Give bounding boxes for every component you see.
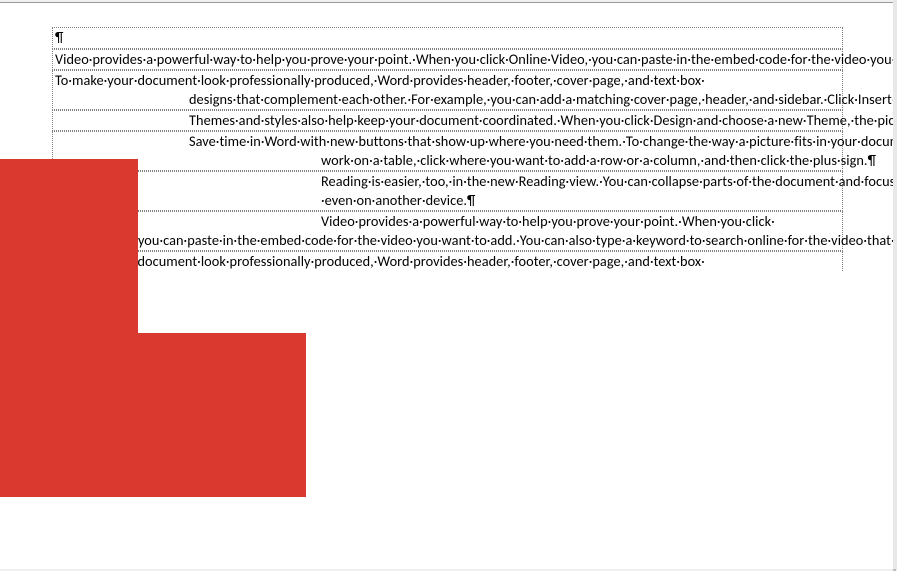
table-cell[interactable]: To·make·your·document·look·professionall…: [52, 251, 843, 271]
paragraph-text: To·make·your·document·look·professionall…: [55, 71, 705, 89]
table-cell[interactable]: To·make·your·document·look·professionall…: [52, 70, 843, 110]
table-cell[interactable]: Video·provides·a·powerful·way·to·help·yo…: [52, 211, 843, 251]
red-rectangle-part: [0, 159, 138, 333]
table-cell-empty[interactable]: ¶: [52, 27, 843, 49]
red-rectangle-part: [0, 333, 138, 497]
paragraph-text: To·make·your·document·look·professionall…: [55, 252, 705, 270]
table-cell[interactable]: Themes·and·styles·also·help·keep·your·do…: [52, 110, 843, 131]
document-page[interactable]: ¶ Video·provides·a·powerful·way·to·help·…: [0, 2, 893, 569]
paragraph-text: Online·Video,·you·can·paste·in·the·embed…: [55, 231, 897, 249]
paragraph-text: Save·time·in·Word·with·new·buttons·that·…: [189, 132, 897, 150]
paragraph-text: Video·provides·a·powerful·way·to·help·yo…: [321, 212, 775, 230]
paragraph-text: designs·that·complement·each·other.·For·…: [189, 90, 897, 108]
pilcrow-mark: ¶: [55, 28, 63, 46]
paragraph-text: Video·provides·a·powerful·way·to·help·yo…: [55, 50, 897, 68]
vertical-scrollbar[interactable]: [893, 0, 897, 569]
table-cell[interactable]: Video·provides·a·powerful·way·to·help·yo…: [52, 49, 843, 70]
paragraph-text: Themes·and·styles·also·help·keep·your·do…: [189, 111, 897, 129]
paragraph-text: Reading·is·easier,·too,·in·the·new·Readi…: [321, 172, 897, 209]
table-cell[interactable]: Reading·is·easier,·too,·in·the·new·Readi…: [52, 171, 843, 211]
table-cell[interactable]: Save·time·in·Word·with·new·buttons·that·…: [52, 131, 843, 171]
red-rectangle-part: [138, 333, 306, 497]
paragraph-text: work·on·a·table,·click·where·you·want·to…: [321, 151, 876, 169]
